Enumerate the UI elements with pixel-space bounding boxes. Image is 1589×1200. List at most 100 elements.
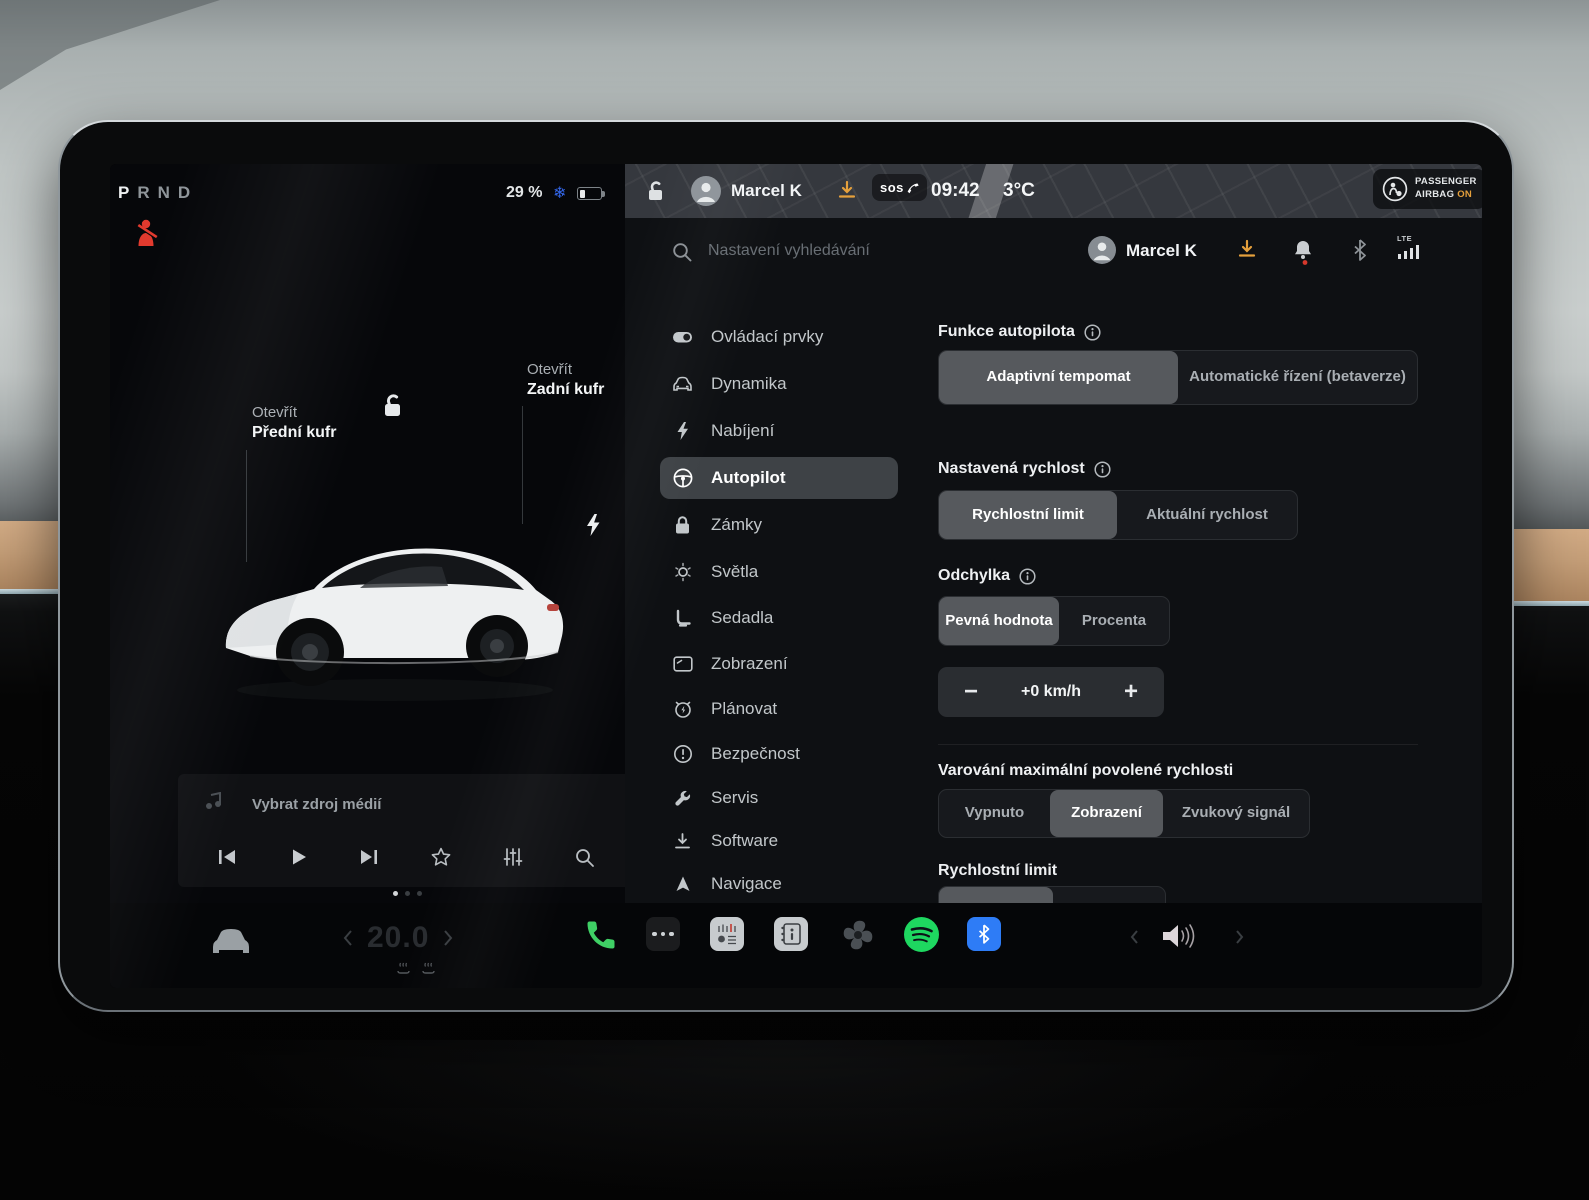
touchscreen-display: PRND 29 % ❄ Otevřít Zadní kufr Otevřít P… (110, 164, 1482, 988)
bluetooth-status-icon[interactable] (1351, 238, 1369, 267)
airbag-icon (1382, 176, 1408, 202)
settings-download-icon[interactable] (1235, 238, 1259, 267)
option-aktualni-rychlost[interactable]: Aktuální rychlost (1117, 491, 1297, 539)
favorite-star-icon[interactable] (430, 846, 452, 873)
media-player-card[interactable]: Vybrat zdroj médií (178, 774, 633, 887)
volume-up-chevron-icon[interactable] (1235, 929, 1244, 950)
sidebar-item-dynamika[interactable]: Dynamika (660, 363, 898, 405)
status-outside-temp: 3°C (1003, 180, 1035, 202)
sidebar-item-planovat[interactable]: Plánovat (660, 688, 898, 730)
media-search-icon[interactable] (574, 847, 595, 873)
rear-trunk-control[interactable]: Otevřít Zadní kufr (527, 361, 604, 401)
status-avatar[interactable] (691, 176, 721, 211)
passenger-airbag-badge: PASSENGER AIRBAG ON (1373, 169, 1482, 209)
option-procenta[interactable]: Procenta (1059, 597, 1169, 645)
sos-phone-icon (906, 181, 919, 194)
sidebar-item-svetla[interactable]: Světla (660, 551, 898, 593)
unlocked-icon (378, 392, 408, 425)
sidebar-item-software[interactable]: Software (660, 820, 898, 862)
software-download-icon (672, 832, 693, 851)
info-icon[interactable] (1084, 324, 1101, 341)
info-icon[interactable] (1094, 461, 1111, 478)
section-title-speed-warning: Varování maximální povolené rychlosti (938, 762, 1233, 780)
status-user-name[interactable]: Marcel K (731, 181, 802, 201)
sidebar-item-zamky[interactable]: Zámky (660, 504, 898, 546)
app-launcher-icon[interactable] (646, 917, 680, 951)
airbag-line2: AIRBAG (1415, 189, 1454, 200)
radio-app-icon[interactable] (710, 917, 744, 951)
status-clock: 09:42 (931, 180, 980, 202)
stepper-plus-button[interactable]: + (1124, 680, 1138, 704)
climate-temp-control[interactable]: 20.0 (343, 921, 453, 955)
phone-app-icon[interactable] (583, 917, 619, 958)
settings-avatar[interactable] (1088, 236, 1116, 269)
display-icon (672, 656, 693, 672)
previous-track-button[interactable] (216, 847, 238, 872)
option-adaptivni-tempomat[interactable]: Adaptivní tempomat (939, 351, 1178, 404)
section-divider (938, 744, 1418, 745)
car-controls-icon[interactable] (210, 925, 252, 962)
wrench-icon (672, 789, 693, 808)
volume-down-chevron-icon[interactable] (1130, 929, 1139, 950)
option-zobrazeni[interactable]: Zobrazení (1050, 790, 1163, 837)
feature-segmented-control: Adaptivní tempomat Automatické řízení (b… (938, 350, 1418, 405)
temp-up-chevron-icon[interactable] (443, 929, 453, 947)
option-zvukovy-signal[interactable]: Zvukový signál (1163, 790, 1309, 837)
temp-down-chevron-icon[interactable] (343, 929, 353, 947)
settings-pane: Marcel K sos 09:42 3°C PASSENGER AIRBAG … (625, 164, 1482, 988)
bluetooth-app-icon[interactable] (967, 917, 1001, 951)
sos-button[interactable]: sos (872, 174, 927, 201)
app-dock: 20.0 (110, 903, 1482, 988)
settings-user-name[interactable]: Marcel K (1126, 241, 1197, 261)
gear-indicator: PRND (118, 183, 198, 203)
status-unlocked-icon (643, 179, 669, 209)
sidebar-item-autopilot[interactable]: Autopilot (660, 457, 898, 499)
front-trunk-control[interactable]: Otevřít Přední kufr (252, 404, 336, 444)
sidebar-item-servis[interactable]: Servis (660, 777, 898, 819)
sidebar-item-ovladaci-prvky[interactable]: Ovládací prvky (660, 316, 898, 358)
option-rychlostni-limit[interactable]: Rychlostní limit (939, 491, 1117, 539)
sos-label: sos (880, 180, 904, 195)
center-console (180, 1040, 1380, 1200)
toggle-icon (672, 330, 693, 344)
settings-search-input[interactable] (708, 242, 968, 260)
spotify-app-icon[interactable] (903, 916, 940, 958)
set-speed-segmented-control: Rychlostní limit Aktuální rychlost (938, 490, 1298, 540)
section-title-offset: Odchylka (938, 567, 1036, 585)
sidebar-item-bezpecnost[interactable]: Bezpečnost (660, 733, 898, 775)
option-automaticke-rizeni[interactable]: Automatické řízení (betaverze) (1178, 351, 1417, 404)
settings-search-icon[interactable] (671, 241, 693, 268)
seat-heater-icons[interactable] (396, 961, 436, 974)
snowflake-icon: ❄ (553, 183, 566, 203)
vehicle-image[interactable] (210, 476, 575, 716)
option-pevna-hodnota[interactable]: Pevná hodnota (939, 597, 1059, 645)
airbag-state: ON (1457, 189, 1472, 200)
seat-icon (672, 609, 693, 628)
gear-r: R (137, 183, 157, 202)
card-pagination-dots[interactable] (393, 891, 422, 896)
notifications-bell-icon[interactable] (1291, 238, 1315, 270)
sidebar-item-navigace[interactable]: Navigace (660, 863, 898, 905)
option-vypnuto[interactable]: Vypnuto (939, 790, 1050, 837)
sidebar-item-sedadla[interactable]: Sedadla (660, 597, 898, 639)
cell-signal-icon: LTE (1397, 234, 1423, 264)
volume-speaker-icon[interactable] (1160, 921, 1198, 956)
vehicle-status-pane: PRND 29 % ❄ Otevřít Zadní kufr Otevřít P… (110, 164, 625, 988)
status-download-icon[interactable] (835, 179, 859, 208)
next-track-button[interactable] (358, 847, 380, 872)
equalizer-icon[interactable] (502, 846, 524, 873)
stepper-minus-button[interactable]: − (964, 680, 978, 704)
contacts-app-icon[interactable] (774, 917, 808, 951)
charge-port-icon[interactable] (584, 513, 602, 542)
touchscreen-bezel: PRND 29 % ❄ Otevřít Zadní kufr Otevřít P… (58, 120, 1514, 1012)
info-icon[interactable] (1019, 568, 1036, 585)
section-title-speed-limit: Rychlostní limit (938, 862, 1057, 880)
section-title-set-speed: Nastavená rychlost (938, 460, 1111, 478)
fan-climate-icon[interactable] (838, 915, 878, 960)
alert-circle-icon (672, 744, 693, 764)
sidebar-item-nabijeni[interactable]: Nabíjení (660, 410, 898, 452)
media-source-label: Vybrat zdroj médií (252, 796, 381, 813)
play-button[interactable] (288, 847, 308, 872)
sidebar-item-zobrazeni[interactable]: Zobrazení (660, 643, 898, 685)
offset-segmented-control: Pevná hodnota Procenta (938, 596, 1170, 646)
